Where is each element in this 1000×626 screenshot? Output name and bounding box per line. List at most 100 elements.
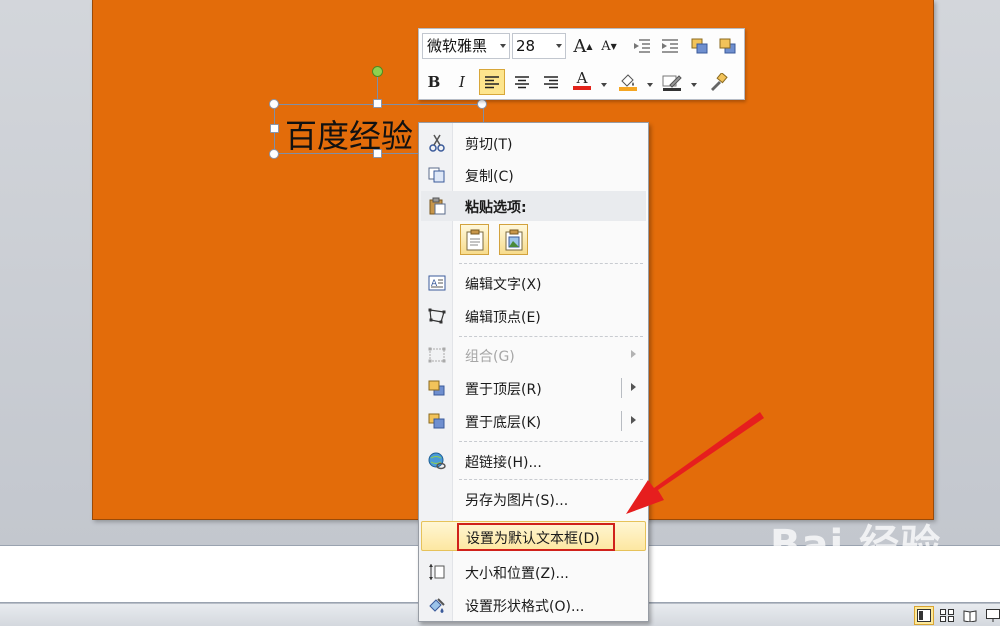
chevron-down-icon [556, 44, 562, 48]
menu-separator [459, 336, 643, 337]
font-size-select[interactable]: 28 [512, 33, 566, 59]
scissors-icon [427, 134, 447, 152]
menu-item-label: 剪切(T) [465, 137, 513, 153]
menu-item-label: 置于顶层(R) [465, 382, 542, 398]
red-arrow-annotation [626, 412, 764, 514]
paste-as-picture-button[interactable] [499, 224, 528, 255]
menu-separator [459, 263, 643, 264]
menu-item-cut[interactable]: 剪切(T) [421, 128, 646, 158]
rotate-handle[interactable] [372, 66, 383, 77]
menu-item-label: 组合(G) [465, 349, 515, 365]
decrease-indent-button[interactable] [629, 33, 655, 59]
resize-handle-top-left[interactable] [269, 99, 279, 109]
align-center-icon [515, 76, 529, 89]
resize-handle-bottom[interactable] [373, 149, 382, 158]
increase-indent-icon [662, 39, 678, 53]
menu-item-copy[interactable]: 复制(C) [421, 160, 646, 190]
baidu-watermark-url: jingyan.baidu.com [792, 570, 894, 583]
paste-icon [427, 197, 447, 215]
italic-icon: I [459, 73, 465, 91]
font-color-icon: A [576, 69, 588, 87]
menu-item-label: 设置形状格式(O)... [465, 599, 585, 615]
italic-button[interactable]: I [449, 69, 475, 95]
menu-item-bring-to-front[interactable]: 置于顶层(R) [421, 373, 646, 403]
slide-sorter-view-button[interactable] [937, 606, 957, 625]
chevron-down-icon[interactable] [691, 83, 697, 87]
menu-item-edit-points[interactable]: 编辑顶点(E) [421, 301, 646, 331]
menu-item-group: 组合(G) [421, 340, 646, 370]
font-size-value: 28 [516, 37, 536, 55]
resize-handle-left[interactable] [270, 124, 279, 133]
menu-item-format-shape[interactable]: 设置形状格式(O)... [421, 590, 646, 620]
bring-forward-icon [691, 38, 708, 54]
slide-sorter-icon [940, 609, 954, 622]
align-right-icon [544, 76, 558, 89]
chevron-right-icon [631, 350, 636, 358]
send-backward-icon [719, 38, 736, 54]
resize-handle-bottom-left[interactable] [269, 149, 279, 159]
edit-points-icon [427, 307, 447, 325]
grow-font-button[interactable]: A ▲ [570, 33, 596, 59]
shrink-font-icon: A [601, 38, 611, 54]
menu-item-size-and-position[interactable]: 大小和位置(Z)... [421, 557, 646, 587]
paint-bucket-icon [619, 74, 637, 91]
paste-text-icon [466, 229, 483, 250]
grow-font-icon: A [573, 35, 587, 57]
resize-handle-top-right[interactable] [477, 99, 487, 109]
menu-item-label: 编辑顶点(E) [465, 310, 541, 326]
shrink-font-button[interactable]: A ▼ [596, 33, 622, 59]
menu-item-label: 复制(C) [465, 169, 514, 185]
chevron-down-icon[interactable] [601, 83, 607, 87]
format-painter-icon [711, 73, 728, 91]
font-color-bar [573, 86, 591, 90]
decrease-indent-icon [634, 39, 650, 53]
chevron-down-icon [500, 44, 506, 48]
menu-item-label: 超链接(H)... [465, 455, 542, 471]
menu-header-paste-options: 粘贴选项: [421, 191, 646, 221]
menu-item-label: 编辑文字(X) [465, 277, 542, 293]
bring-forward-button[interactable] [687, 33, 713, 59]
menu-item-edit-text[interactable]: A 编辑文字(X) [421, 268, 646, 298]
send-backward-button[interactable] [715, 33, 741, 59]
chevron-right-icon[interactable] [631, 383, 636, 391]
highlight-annotation-box [457, 523, 615, 551]
slideshow-icon [986, 609, 1000, 622]
paste-keep-text-button[interactable] [460, 224, 489, 255]
font-color-button[interactable]: A [569, 67, 595, 93]
menu-item-label: 另存为图片(S)... [465, 493, 569, 509]
send-to-back-icon [427, 412, 447, 430]
chevron-down-icon[interactable] [647, 83, 653, 87]
bring-to-front-icon [427, 379, 447, 397]
shape-outline-button[interactable] [659, 69, 685, 95]
menu-item-label: 置于底层(K) [465, 415, 542, 431]
menu-item-label: 粘贴选项: [465, 200, 527, 216]
menu-item-label: 大小和位置(Z)... [465, 566, 569, 582]
reading-view-icon [963, 610, 977, 622]
font-name-value: 微软雅黑 [427, 37, 488, 55]
bold-icon: B [427, 73, 441, 91]
reading-view-button[interactable] [960, 606, 980, 625]
align-right-button[interactable] [538, 69, 564, 95]
size-position-icon [427, 563, 447, 581]
slideshow-view-button[interactable] [983, 606, 1000, 625]
increase-indent-button[interactable] [657, 33, 683, 59]
submenu-divider [621, 378, 622, 398]
baidu-watermark-logo: Bai 经验 [770, 522, 942, 568]
text-box-content[interactable]: 百度经验 [285, 111, 413, 157]
edit-text-icon: A [427, 274, 447, 292]
shape-fill-button[interactable] [615, 69, 641, 95]
format-shape-icon [427, 596, 447, 614]
resize-handle-top[interactable] [373, 99, 382, 108]
align-left-button[interactable] [479, 69, 505, 95]
bold-button[interactable]: B [421, 69, 447, 95]
hyperlink-icon [427, 452, 447, 470]
align-center-button[interactable] [509, 69, 535, 95]
copy-icon [427, 166, 447, 184]
normal-view-button[interactable] [914, 606, 934, 625]
font-name-select[interactable]: 微软雅黑 [422, 33, 510, 59]
format-painter-button[interactable] [705, 69, 731, 95]
group-icon [427, 346, 447, 364]
rotate-connector [377, 77, 378, 99]
normal-view-icon [917, 609, 931, 622]
mini-toolbar: 微软雅黑 28 A ▲ A ▼ B I A [418, 28, 745, 100]
